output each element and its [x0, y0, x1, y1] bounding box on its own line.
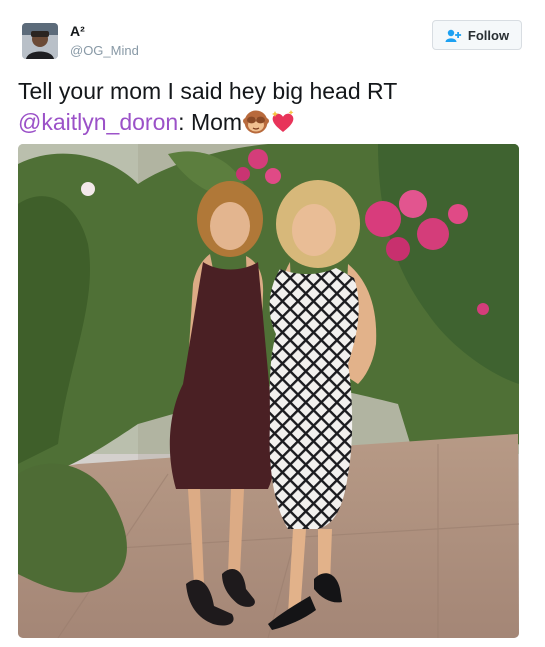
add-user-icon: [445, 29, 462, 42]
tweet-text-line2: @kaitlyn_doron: Mom: [18, 107, 523, 138]
see-no-evil-monkey-emoji: [243, 109, 270, 135]
mention-link[interactable]: @kaitlyn_doron: [18, 109, 178, 135]
sparkling-heart-emoji: [270, 109, 296, 135]
tweet-card: A² @OG_Mind Follow Tell your mom I said …: [0, 0, 545, 647]
tweet-text: Tell your mom I said hey big head RT @ka…: [18, 76, 523, 138]
user-names: A² @OG_Mind: [70, 23, 139, 59]
tweet-text-after-mention: : Mom: [178, 109, 243, 135]
display-name[interactable]: A²: [70, 23, 139, 40]
tweet-header: A² @OG_Mind Follow: [22, 20, 522, 63]
tweet-text-line1: Tell your mom I said hey big head RT: [18, 78, 398, 104]
follow-button[interactable]: Follow: [432, 20, 522, 50]
user-handle[interactable]: @OG_Mind: [70, 42, 139, 59]
follow-label: Follow: [467, 27, 510, 43]
tweet-photo[interactable]: [18, 144, 519, 638]
avatar[interactable]: [22, 23, 58, 59]
